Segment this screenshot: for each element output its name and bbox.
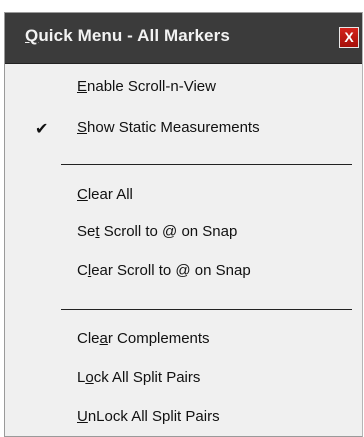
- menu-item-set-scroll-on-snap[interactable]: Set Scroll to @ on Snap: [77, 223, 237, 240]
- checkmark-icon: ✔: [35, 121, 49, 138]
- menu-separator: [61, 309, 352, 310]
- menu-title-bar[interactable]: Quick Menu - All Markers X: [5, 13, 362, 64]
- menu-item-clear-scroll-on-snap[interactable]: Clear Scroll to @ on Snap: [77, 262, 251, 279]
- close-icon: X: [344, 29, 354, 45]
- menu-item-enable-scroll-n-view[interactable]: Enable Scroll-n-View: [77, 78, 216, 95]
- menu-item-lock-all-split-pairs[interactable]: Lock All Split Pairs: [77, 369, 200, 386]
- menu-separator: [61, 164, 352, 165]
- menu-item-show-static-measurements[interactable]: Show Static Measurements: [77, 119, 260, 136]
- menu-item-clear-all[interactable]: Clear All: [77, 186, 133, 203]
- menu-item-clear-complements[interactable]: Clear Complements: [77, 330, 210, 347]
- close-button[interactable]: X: [339, 27, 359, 48]
- quick-menu-panel: Quick Menu - All Markers X ✔ Enable Scro…: [4, 12, 363, 437]
- menu-title: Quick Menu - All Markers: [25, 26, 230, 45]
- menu-item-unlock-all-split-pairs[interactable]: UnLock All Split Pairs: [77, 408, 220, 425]
